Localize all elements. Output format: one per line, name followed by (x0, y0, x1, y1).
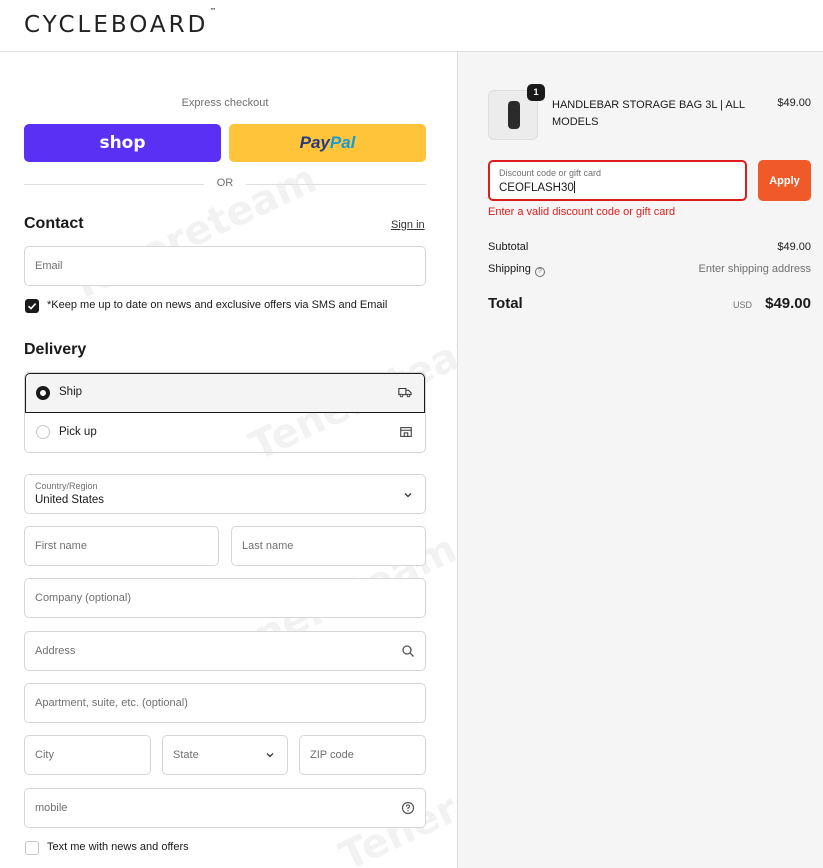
total-currency: USD (733, 300, 753, 310)
product-name: HANDLEBAR STORAGE BAG 3L | ALL MODELS (552, 99, 745, 128)
delivery-option-pickup[interactable]: Pick up (25, 413, 425, 452)
subtotal-value: $49.00 (777, 241, 811, 253)
delivery-option-ship[interactable]: Ship (25, 373, 425, 413)
quantity-badge: 1 (527, 84, 545, 101)
sign-in-link[interactable]: Sign in (391, 219, 425, 231)
shipping-label: Shipping? (488, 263, 545, 277)
marketing-checkbox[interactable] (25, 299, 39, 313)
address-field[interactable]: Address (24, 631, 426, 671)
country-select[interactable]: Country/Region United States (24, 474, 426, 514)
delivery-method-group: Ship Pick up (24, 372, 426, 453)
apply-discount-button[interactable]: Apply (758, 160, 811, 201)
delivery-heading: Delivery (24, 341, 87, 358)
product-price: $49.00 (777, 97, 811, 109)
shop-pay-button[interactable]: shop (24, 124, 221, 162)
state-select[interactable]: State (162, 735, 288, 775)
brand-logo[interactable]: CYCLEBOARD™ (24, 7, 216, 38)
shipping-value: Enter shipping address (698, 263, 811, 275)
sms-checkbox[interactable] (25, 841, 39, 855)
total-label: Total (488, 295, 523, 312)
discount-error-message: Enter a valid discount code or gift card (488, 206, 676, 218)
paypal-button[interactable]: Pay Pal (229, 124, 426, 162)
contact-heading: Contact (24, 215, 84, 232)
chevron-down-icon (404, 493, 412, 498)
city-field[interactable]: City (24, 735, 151, 775)
ship-radio[interactable] (36, 386, 50, 400)
email-field[interactable]: Email (24, 246, 426, 286)
header: CYCLEBOARD™ (0, 0, 823, 52)
phone-field[interactable]: mobile (24, 788, 426, 828)
help-icon[interactable]: ? (534, 267, 545, 277)
company-field[interactable]: Company (optional) (24, 578, 426, 618)
search-icon (402, 645, 414, 657)
total-value: $49.00 (765, 295, 811, 312)
apartment-field[interactable]: Apartment, suite, etc. (optional) (24, 683, 426, 723)
express-checkout-label: Express checkout (181, 97, 269, 109)
zip-field[interactable]: ZIP code (299, 735, 426, 775)
pickup-radio[interactable] (36, 425, 50, 439)
or-divider: OR (24, 177, 426, 191)
store-icon (400, 427, 412, 437)
subtotal-label: Subtotal (488, 241, 529, 253)
marketing-checkbox-label: *Keep me up to date on news and exclusiv… (47, 299, 388, 311)
first-name-field[interactable]: First name (24, 526, 219, 566)
last-name-field[interactable]: Last name (231, 526, 426, 566)
truck-icon (398, 387, 412, 398)
help-circle-icon[interactable] (401, 801, 415, 815)
discount-code-field[interactable]: Discount code or gift card CEOFLASH30 (488, 160, 747, 201)
sms-checkbox-label: Text me with news and offers (47, 841, 189, 853)
chevron-down-icon (266, 753, 274, 758)
